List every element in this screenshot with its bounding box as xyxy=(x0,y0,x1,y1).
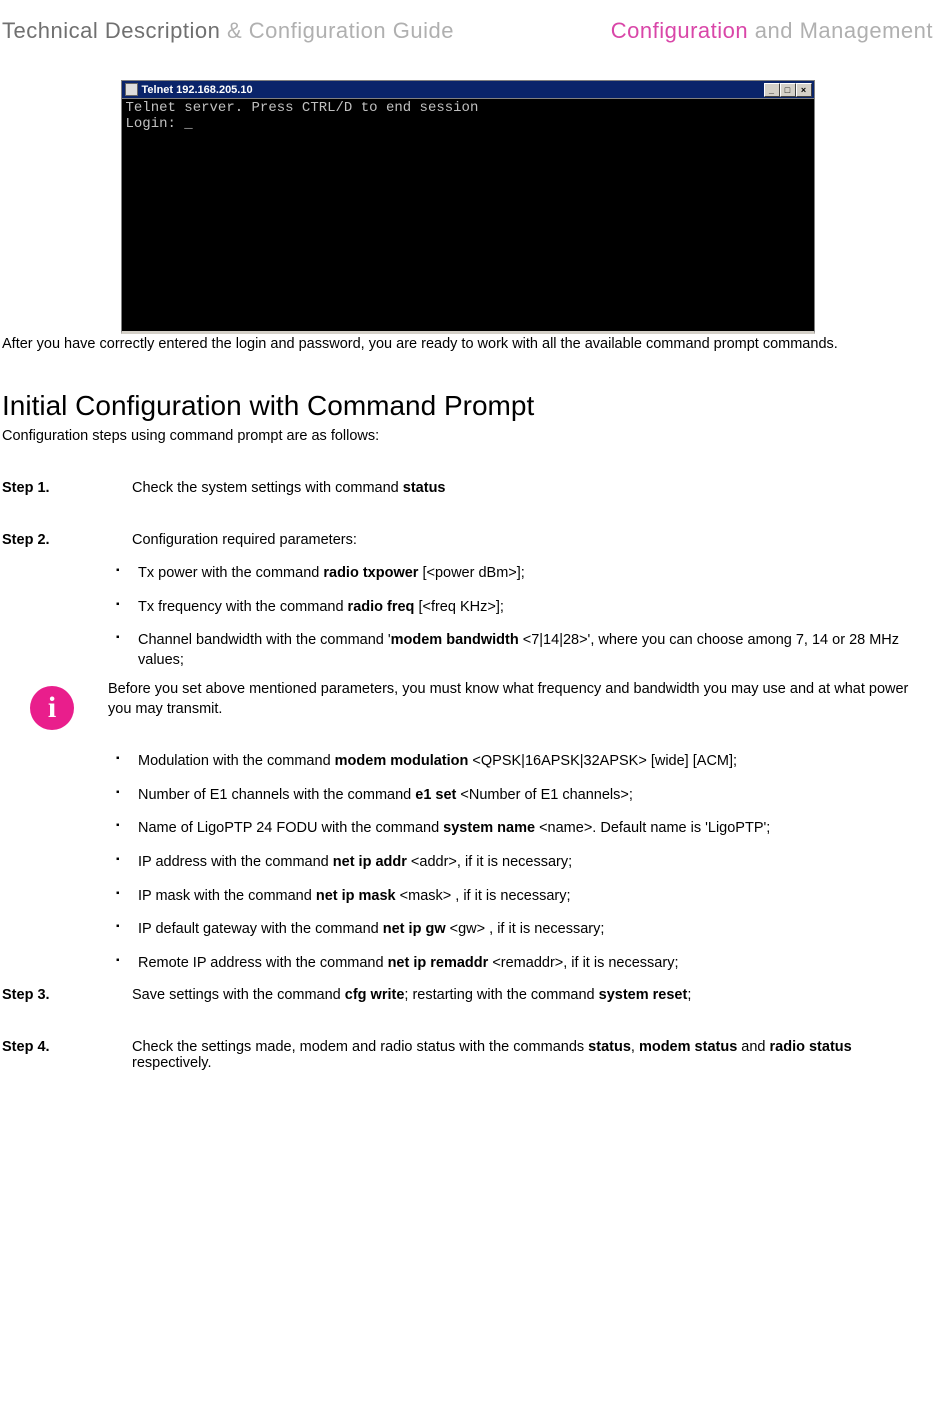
telnet-app-icon xyxy=(125,83,138,96)
text: ; restarting with the command xyxy=(404,987,598,1003)
step-body: Configuration required parameters: xyxy=(132,532,933,548)
text: [<power dBm>]; xyxy=(418,565,524,581)
telnet-title-left: Telnet 192.168.205.10 xyxy=(122,83,253,96)
text: Number of E1 channels with the command xyxy=(138,787,415,803)
text: <QPSK|16APSK|32APSK> [wide] [ACM]; xyxy=(468,753,737,769)
command: status xyxy=(403,480,446,496)
list-item: Modulation with the command modem modula… xyxy=(108,752,935,772)
text: <remaddr>, if it is necessary; xyxy=(488,955,678,971)
header-left: Technical Description & Configuration Gu… xyxy=(2,18,454,44)
step-body: Check the settings made, modem and radio… xyxy=(132,1039,933,1071)
info-callout: i Before you set above mentioned paramet… xyxy=(0,680,935,730)
command: net ip addr xyxy=(333,854,407,870)
text: Save settings with the command xyxy=(132,987,345,1003)
command: net ip mask xyxy=(316,888,396,904)
list-item: Number of E1 channels with the command e… xyxy=(108,786,935,806)
text: <gw> , if it is necessary; xyxy=(446,921,605,937)
command: radio freq xyxy=(348,599,415,615)
bullet-list: Modulation with the command modem modula… xyxy=(108,752,935,973)
text: ; xyxy=(687,987,691,1003)
command: net ip remaddr xyxy=(388,955,489,971)
command: modem modulation xyxy=(335,753,469,769)
step-label: Step 4. xyxy=(2,1039,132,1071)
list-item: IP mask with the command net ip mask <ma… xyxy=(108,887,935,907)
text: Modulation with the command xyxy=(138,753,335,769)
list-item: Remote IP address with the command net i… xyxy=(108,954,935,974)
text: Tx frequency with the command xyxy=(138,599,348,615)
command: net ip gw xyxy=(383,921,446,937)
text: <Number of E1 channels>; xyxy=(456,787,633,803)
step-label: Step 1. xyxy=(2,480,132,496)
paragraph: Configuration steps using command prompt… xyxy=(0,428,935,444)
text: Check the settings made, modem and radio… xyxy=(132,1039,588,1055)
text: Check the system settings with command xyxy=(132,480,403,496)
terminal-body[interactable]: Telnet server. Press CTRL/D to end sessi… xyxy=(121,99,815,334)
close-button[interactable]: × xyxy=(796,83,812,97)
page-header: Technical Description & Configuration Gu… xyxy=(0,0,935,44)
list-item: Tx frequency with the command radio freq… xyxy=(108,598,935,618)
step-body: Check the system settings with command s… xyxy=(132,480,933,496)
command: radio txpower xyxy=(323,565,418,581)
text: IP address with the command xyxy=(138,854,333,870)
terminal-line: Telnet server. Press CTRL/D to end sessi… xyxy=(126,100,479,116)
step-body: Save settings with the command cfg write… xyxy=(132,987,933,1003)
bullet-list: Tx power with the command radio txpower … xyxy=(108,564,935,670)
text: and xyxy=(737,1039,769,1055)
list-item: Channel bandwidth with the command 'mode… xyxy=(108,631,935,670)
command: modem status xyxy=(639,1039,737,1055)
header-left-light: & Configuration Guide xyxy=(220,18,454,43)
step-1: Step 1. Check the system settings with c… xyxy=(0,480,935,496)
list-item: Name of LigoPTP 24 FODU with the command… xyxy=(108,819,935,839)
step-3: Step 3. Save settings with the command c… xyxy=(0,987,935,1003)
step-label: Step 3. xyxy=(2,987,132,1003)
info-icon: i xyxy=(30,686,74,730)
list-item: IP address with the command net ip addr … xyxy=(108,853,935,873)
command: status xyxy=(588,1039,631,1055)
minimize-button[interactable]: _ xyxy=(764,83,780,97)
command: cfg write xyxy=(345,987,405,1003)
telnet-titlebar: Telnet 192.168.205.10 _ □ × xyxy=(121,80,815,99)
command: radio status xyxy=(770,1039,852,1055)
header-left-dark: Technical Description xyxy=(2,18,220,43)
text: Remote IP address with the command xyxy=(138,955,388,971)
text: [<freq KHz>]; xyxy=(414,599,503,615)
terminal-line: Login: _ xyxy=(126,116,193,132)
telnet-window: Telnet 192.168.205.10 _ □ × Telnet serve… xyxy=(121,80,815,334)
text: Tx power with the command xyxy=(138,565,323,581)
header-right-pink: Configuration xyxy=(611,18,748,43)
text: respectively. xyxy=(132,1055,212,1071)
list-item: IP default gateway with the command net … xyxy=(108,920,935,940)
maximize-button[interactable]: □ xyxy=(780,83,796,97)
section-heading: Initial Configuration with Command Promp… xyxy=(0,390,935,422)
window-controls: _ □ × xyxy=(764,83,814,97)
text: <addr>, if it is necessary; xyxy=(407,854,572,870)
text: <mask> , if it is necessary; xyxy=(396,888,571,904)
header-right: Configuration and Management xyxy=(611,18,933,44)
text: IP mask with the command xyxy=(138,888,316,904)
paragraph: After you have correctly entered the log… xyxy=(0,336,935,352)
list-item: Tx power with the command radio txpower … xyxy=(108,564,935,584)
info-text: Before you set above mentioned parameter… xyxy=(108,680,933,719)
step-4: Step 4. Check the settings made, modem a… xyxy=(0,1039,935,1071)
command: system name xyxy=(443,820,535,836)
command: system reset xyxy=(599,987,688,1003)
step-2: Step 2. Configuration required parameter… xyxy=(0,532,935,548)
command: modem bandwidth xyxy=(391,632,519,648)
command: e1 set xyxy=(415,787,456,803)
telnet-title-text: Telnet 192.168.205.10 xyxy=(142,84,253,96)
text: Name of LigoPTP 24 FODU with the command xyxy=(138,820,443,836)
step-label: Step 2. xyxy=(2,532,132,548)
header-right-grey: and Management xyxy=(748,18,933,43)
text: <name>. Default name is 'LigoPTP'; xyxy=(535,820,770,836)
text: IP default gateway with the command xyxy=(138,921,383,937)
text: Channel bandwidth with the command ' xyxy=(138,632,391,648)
text: , xyxy=(631,1039,639,1055)
